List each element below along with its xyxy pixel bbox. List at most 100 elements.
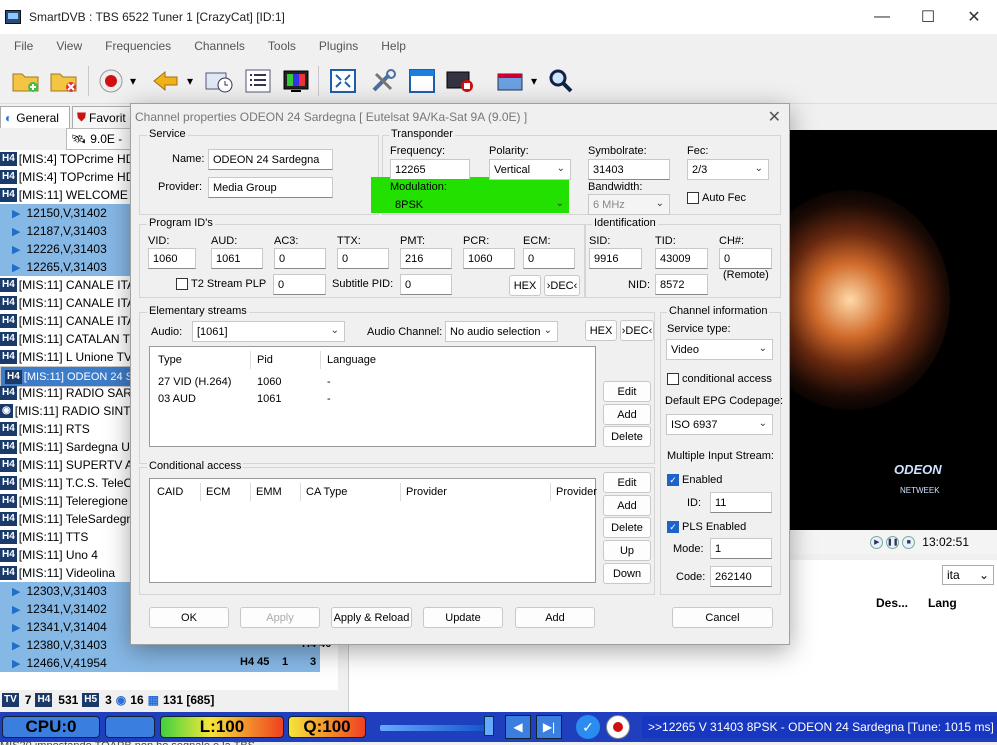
ca-col-emm[interactable]: EMM: [256, 486, 282, 498]
apply-reload-button[interactable]: Apply & Reload: [331, 607, 412, 628]
expand-arrow-icon[interactable]: ▶: [12, 207, 20, 220]
pause-icon[interactable]: ❚❚: [886, 535, 900, 549]
expand-arrow-icon[interactable]: ▶: [12, 261, 20, 274]
epg-dropdown-icon[interactable]: ▾: [526, 66, 542, 96]
open-folder-icon[interactable]: [10, 66, 42, 96]
polarity-select[interactable]: Vertical ⌄: [489, 159, 571, 180]
expand-arrow-icon[interactable]: ▶: [12, 585, 20, 598]
next-icon[interactable]: ▶|: [536, 715, 562, 739]
record-status-icon[interactable]: [606, 715, 630, 739]
pid-hex-button[interactable]: HEX: [509, 275, 541, 296]
audio-channel-select[interactable]: No audio selection ⌄: [445, 321, 558, 342]
t2-plp-checkbox[interactable]: T2 Stream PLP: [176, 278, 266, 290]
menu-help[interactable]: Help: [367, 39, 415, 53]
ca-col-provider-2[interactable]: Provider: [556, 486, 597, 498]
cancel-button[interactable]: Cancel: [672, 607, 773, 628]
back-arrow-icon[interactable]: [150, 66, 182, 96]
epg-codepage-select[interactable]: ISO 6937 ⌄: [666, 414, 773, 435]
menu-tools[interactable]: Tools: [254, 39, 305, 53]
pls-code-input[interactable]: 262140: [710, 566, 772, 587]
satellite-select[interactable]: 🛰 9.0E -: [66, 128, 136, 150]
record-dropdown-icon[interactable]: ▾: [125, 66, 141, 96]
volume-slider-handle[interactable]: [484, 716, 494, 736]
pcr-input[interactable]: 1060: [463, 248, 515, 269]
stream-row-language[interactable]: -: [327, 376, 331, 388]
tv-icon[interactable]: [280, 66, 312, 96]
play-icon[interactable]: ▶: [870, 535, 884, 549]
pls-enabled-checkbox[interactable]: ✓ PLS Enabled: [667, 521, 746, 533]
ecm-input[interactable]: 0: [523, 248, 575, 269]
menu-view[interactable]: View: [42, 39, 91, 53]
stream-add-button[interactable]: Add: [603, 404, 651, 425]
ca-col-ca-type[interactable]: CA Type: [306, 486, 347, 498]
stream-row-pid[interactable]: 1060: [257, 376, 281, 388]
add-button[interactable]: Add: [515, 607, 595, 628]
streams-col-pid[interactable]: Pid: [257, 354, 273, 366]
ca-add-button[interactable]: Add: [603, 495, 651, 516]
delete-folder-icon[interactable]: [48, 66, 80, 96]
ca-up-button[interactable]: Up: [603, 540, 651, 561]
volume-track[interactable]: [380, 725, 488, 731]
epg-icon[interactable]: [494, 66, 526, 96]
check-icon[interactable]: ✓: [576, 715, 600, 739]
window-icon[interactable]: [406, 66, 438, 96]
expand-arrow-icon[interactable]: ▶: [12, 657, 20, 670]
stream-edit-button[interactable]: Edit: [603, 381, 651, 402]
record-icon[interactable]: [95, 66, 127, 96]
mis-enabled-checkbox[interactable]: ✓ Enabled: [667, 474, 722, 486]
audio-select[interactable]: [1061] ⌄: [192, 321, 345, 342]
streams-hex-button[interactable]: HEX: [585, 320, 617, 341]
previous-icon[interactable]: ◀: [505, 715, 531, 739]
ca-col-provider[interactable]: Provider: [406, 486, 447, 498]
apply-button[interactable]: Apply: [240, 607, 320, 628]
pid-dec-button[interactable]: ›DEC‹: [544, 275, 580, 296]
vid-input[interactable]: 1060: [148, 248, 196, 269]
stream-delete-button[interactable]: Delete: [603, 426, 651, 447]
stop-icon[interactable]: ■: [902, 535, 916, 549]
stop-recording-icon[interactable]: [444, 66, 476, 96]
aud-input[interactable]: 1061: [211, 248, 263, 269]
modulation-select[interactable]: 8PSK ⌄: [390, 194, 570, 215]
ac3-input[interactable]: 0: [274, 248, 326, 269]
transponder-row[interactable]: ▶ 12466,V,41954: [0, 654, 320, 672]
streams-col-language[interactable]: Language: [327, 354, 376, 366]
menu-file[interactable]: File: [0, 39, 42, 53]
schedule-icon[interactable]: [203, 66, 235, 96]
provider-input[interactable]: Media Group: [208, 177, 333, 198]
frequency-input[interactable]: 12265: [390, 159, 470, 180]
language-select[interactable]: ita ⌄: [942, 565, 994, 585]
menu-channels[interactable]: Channels: [180, 39, 254, 53]
close-button[interactable]: ✕: [951, 0, 997, 34]
auto-fec-checkbox[interactable]: Auto Fec: [687, 192, 746, 204]
ca-table[interactable]: CAID ECM EMM CA Type Provider Provider: [149, 478, 597, 583]
stream-row-pid[interactable]: 1061: [257, 393, 281, 405]
minimize-button[interactable]: —: [859, 0, 905, 34]
ca-edit-button[interactable]: Edit: [603, 472, 651, 493]
name-input[interactable]: ODEON 24 Sardegna: [208, 149, 333, 170]
dialog-close-icon[interactable]: ✕: [768, 107, 781, 127]
fullscreen-icon[interactable]: [327, 66, 359, 96]
ca-delete-button[interactable]: Delete: [603, 517, 651, 538]
search-icon[interactable]: [545, 66, 577, 96]
menu-frequencies[interactable]: Frequencies: [91, 39, 180, 53]
epg-column-description[interactable]: Des...: [876, 596, 908, 610]
stream-row-type[interactable]: 03 AUD: [158, 393, 196, 405]
conditional-access-checkbox[interactable]: conditional access: [667, 373, 772, 385]
list-icon[interactable]: [242, 66, 274, 96]
streams-table[interactable]: Type Pid Language 27 VID (H.264) 1060 - …: [149, 346, 596, 447]
tid-input[interactable]: 43009: [655, 248, 708, 269]
ca-col-caid[interactable]: CAID: [157, 486, 183, 498]
ca-col-ecm[interactable]: ECM: [206, 486, 230, 498]
expand-arrow-icon[interactable]: ▶: [12, 621, 20, 634]
expand-arrow-icon[interactable]: ▶: [12, 243, 20, 256]
fec-select[interactable]: 2/3 ⌄: [687, 159, 769, 180]
epg-column-lang[interactable]: Lang: [928, 596, 957, 610]
nid-input[interactable]: 8572: [655, 274, 708, 295]
stream-row-language[interactable]: -: [327, 393, 331, 405]
sid-input[interactable]: 9916: [589, 248, 642, 269]
tab-general[interactable]: ◐ General: [0, 106, 70, 128]
video-area[interactable]: ODEON NETWEEK: [790, 130, 997, 530]
streams-col-type[interactable]: Type: [158, 354, 182, 366]
maximize-button[interactable]: ☐: [905, 0, 951, 34]
service-type-select[interactable]: Video ⌄: [666, 339, 773, 360]
